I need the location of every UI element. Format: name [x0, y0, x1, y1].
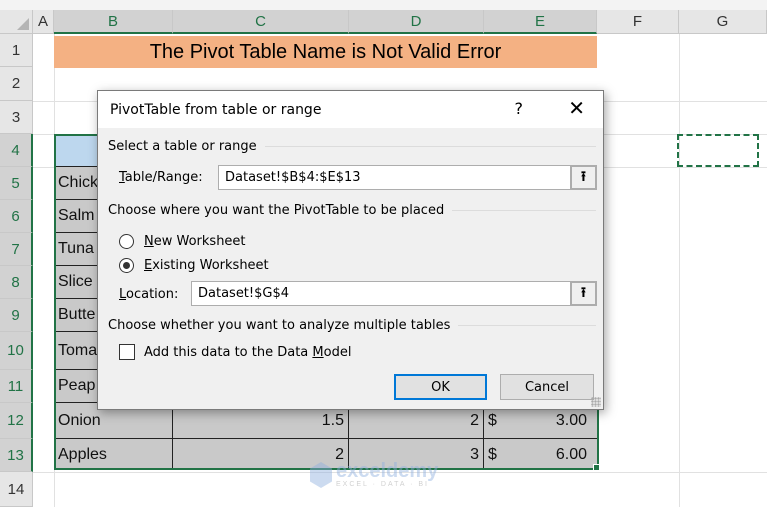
- fill-handle[interactable]: [593, 464, 600, 471]
- existing-worksheet-radio[interactable]: [119, 258, 134, 273]
- column-header-e[interactable]: E: [484, 10, 597, 34]
- amount: 6.00: [555, 445, 587, 463]
- section-label: Choose where you want the PivotTable to …: [108, 203, 445, 218]
- gridline: [679, 34, 680, 507]
- new-worksheet-label[interactable]: New Worksheet: [144, 234, 246, 249]
- section-label: Choose whether you want to analyze multi…: [108, 318, 451, 333]
- amount: 3.00: [555, 411, 587, 429]
- table-cell-item[interactable]: Apples: [54, 439, 173, 470]
- row-header-7[interactable]: 7: [0, 233, 33, 266]
- cancel-button[interactable]: Cancel: [500, 374, 594, 400]
- new-worksheet-radio[interactable]: [119, 234, 134, 249]
- exceldemy-logo-icon: [310, 462, 332, 488]
- column-header-b[interactable]: B: [54, 10, 173, 34]
- ok-button[interactable]: OK: [394, 374, 487, 400]
- row-header-5[interactable]: 5: [0, 167, 33, 200]
- currency-symbol: $: [488, 445, 497, 463]
- close-icon[interactable]: ✕: [568, 96, 585, 120]
- row-header-4[interactable]: 4: [0, 134, 33, 167]
- row-header-2[interactable]: 2: [0, 67, 33, 101]
- column-header-a[interactable]: A: [33, 10, 54, 34]
- section-placement: Choose where you want the PivotTable to …: [108, 203, 596, 218]
- location-label: Location:: [119, 287, 179, 302]
- section-multiple-tables: Choose whether you want to analyze multi…: [108, 318, 596, 333]
- dialog-title: PivotTable from table or range: [110, 101, 322, 118]
- row-header-14[interactable]: 14: [0, 472, 33, 507]
- range-select-icon: ⭱: [581, 284, 586, 301]
- column-header-f[interactable]: F: [597, 10, 679, 34]
- existing-worksheet-label[interactable]: Existing Worksheet: [144, 258, 269, 273]
- table-cell-e[interactable]: $ 6.00: [484, 439, 597, 470]
- data-model-label[interactable]: Add this data to the Data Model: [144, 345, 351, 360]
- row-header-11[interactable]: 11: [0, 370, 33, 403]
- currency-symbol: $: [488, 411, 497, 429]
- row-header-3[interactable]: 3: [0, 101, 33, 134]
- table-range-input[interactable]: Dataset!$B$4:$E$13: [218, 165, 572, 190]
- collapse-range-button[interactable]: ⭱: [570, 165, 597, 190]
- row-header-1[interactable]: 1: [0, 34, 33, 67]
- location-marquee-g4: [677, 134, 759, 167]
- select-all-button[interactable]: [0, 10, 33, 34]
- row-header-13[interactable]: 13: [0, 439, 33, 472]
- column-header-g[interactable]: G: [679, 10, 767, 34]
- section-select-range: Select a table or range: [108, 139, 596, 154]
- table-range-label: Table/Range:: [119, 170, 203, 185]
- watermark: exceldemy EXCEL · DATA · BI: [310, 458, 460, 492]
- resize-grip[interactable]: [591, 397, 601, 407]
- pivottable-dialog: PivotTable from table or range ? ✕ Selec…: [97, 90, 604, 410]
- help-icon[interactable]: ?: [515, 99, 524, 118]
- column-header-d[interactable]: D: [349, 10, 484, 34]
- section-label: Select a table or range: [108, 139, 257, 154]
- row-header-9[interactable]: 9: [0, 299, 33, 332]
- sheet-title-banner[interactable]: The Pivot Table Name is Not Valid Error: [54, 36, 597, 68]
- row-header-12[interactable]: 12: [0, 403, 33, 439]
- dialog-title-bar[interactable]: PivotTable from table or range: [98, 91, 603, 128]
- row-header-6[interactable]: 6: [0, 200, 33, 233]
- top-strip: [0, 0, 767, 10]
- watermark-name: exceldemy: [336, 459, 439, 482]
- row-header-10[interactable]: 10: [0, 332, 33, 370]
- collapse-location-button[interactable]: ⭱: [570, 281, 597, 306]
- range-select-icon: ⭱: [581, 168, 586, 185]
- column-header-c[interactable]: C: [173, 10, 349, 34]
- data-model-checkbox[interactable]: [119, 344, 135, 360]
- row-header-8[interactable]: 8: [0, 266, 33, 299]
- location-input[interactable]: Dataset!$G$4: [191, 281, 572, 306]
- watermark-tagline: EXCEL · DATA · BI: [336, 480, 429, 488]
